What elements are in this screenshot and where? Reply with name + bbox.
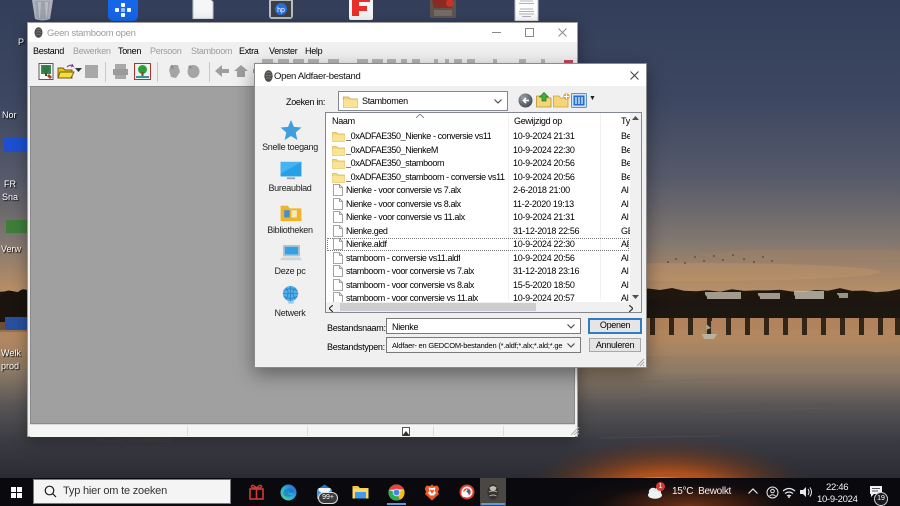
svg-text:hp: hp xyxy=(277,7,285,14)
